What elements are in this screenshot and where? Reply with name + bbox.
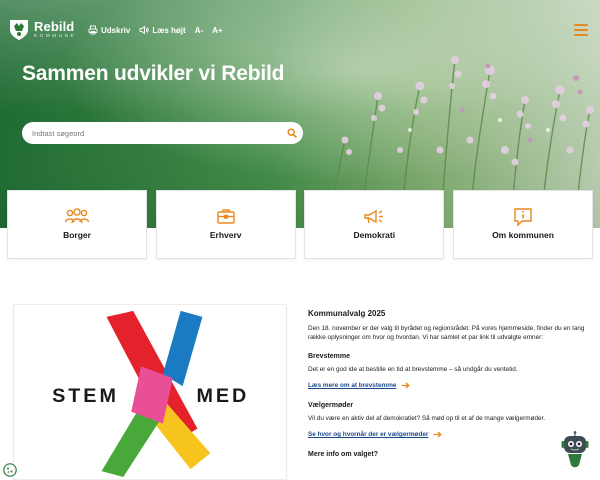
megaphone-icon	[361, 207, 387, 227]
section-heading-vaelgermoeder: Vælgermøder	[308, 401, 354, 409]
chatbot-robot-icon[interactable]	[560, 431, 590, 469]
article-title: Kommunalvalg 2025	[308, 309, 386, 318]
increase-text-label: A+	[212, 25, 223, 35]
card-label: Om kommunen	[492, 230, 554, 240]
card-demokrati[interactable]: Demokrati	[304, 190, 445, 259]
card-label: Borger	[63, 230, 91, 240]
decrease-text-button[interactable]: A-	[195, 26, 203, 35]
section-heading-brevstemme: Brevstemme	[308, 352, 351, 360]
print-icon	[88, 25, 98, 35]
card-label: Erhverv	[209, 230, 242, 240]
search-icon	[287, 128, 297, 138]
campaign-word-left: STEM	[52, 385, 119, 407]
arrow-right-icon	[433, 431, 443, 438]
logo[interactable]: Rebild KOMMUNE	[8, 17, 76, 41]
print-label: Udskriv	[101, 25, 131, 35]
logo-name: Rebild	[34, 18, 75, 34]
card-borger[interactable]: Borger	[7, 190, 147, 259]
toolbar: Udskriv Læs højt A- A+	[88, 25, 223, 35]
hamburger-icon[interactable]	[574, 24, 588, 36]
speaker-icon	[139, 25, 150, 35]
arrow-right-icon	[401, 382, 411, 389]
coat-of-arms-icon	[10, 20, 28, 40]
link-vaelgermoeder[interactable]: Se hvor og hvornår der er vælgermøder	[308, 431, 443, 439]
search-input[interactable]	[22, 122, 281, 144]
info-bubble-icon	[510, 207, 536, 227]
section-text-vaelgermoeder: Vil du være en aktiv del af demokratiet?…	[308, 414, 546, 422]
card-om-kommunen[interactable]: Om kommunen	[453, 190, 593, 259]
search-bar	[22, 122, 303, 144]
campaign-word-right: MED	[196, 385, 249, 407]
search-button[interactable]	[281, 122, 303, 144]
card-label: Demokrati	[353, 230, 396, 240]
stem-med-campaign-image: STEM MED	[13, 304, 287, 480]
briefcase-icon	[213, 207, 239, 227]
category-cards: Borger Erhverv Demokrati Om kommunen	[7, 190, 593, 259]
increase-text-button[interactable]: A+	[212, 26, 222, 35]
logo-subtitle: KOMMUNE	[34, 32, 77, 38]
cookie-settings-icon[interactable]	[3, 463, 17, 477]
link-label: Læs mere om at brevstemme	[308, 381, 397, 389]
section-text-brevstemme: Det er en god ide at bestille en tid at …	[308, 365, 518, 373]
people-icon	[64, 207, 90, 227]
top-bar: Rebild KOMMUNE Udskriv Læs højt A- A+	[0, 0, 600, 60]
decrease-text-label: A-	[194, 25, 204, 35]
hero-title: Sammen udvikler vi Rebild	[22, 62, 285, 85]
read-aloud-label: Læs højt	[152, 25, 186, 35]
read-aloud-button[interactable]: Læs højt	[139, 25, 186, 35]
article: Kommunalvalg 2025 Den 18. november er de…	[308, 309, 590, 463]
link-label: Se hvor og hvornår der er vælgermøder	[308, 431, 429, 439]
card-erhverv[interactable]: Erhverv	[155, 190, 296, 259]
link-brevstemme[interactable]: Læs mere om at brevstemme	[308, 381, 411, 389]
article-intro: Den 18. november er der valg til byrådet…	[308, 325, 585, 342]
section-heading-more-info: Mere info om valget?	[308, 451, 379, 459]
print-button[interactable]: Udskriv	[88, 25, 130, 35]
